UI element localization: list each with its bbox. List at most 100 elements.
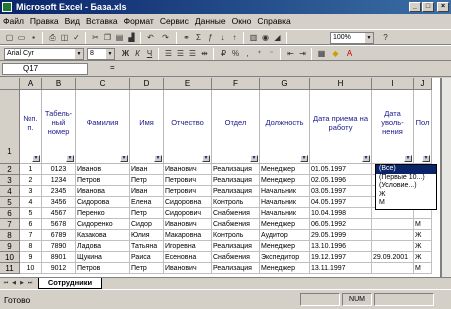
- table-cell[interactable]: Сидор: [130, 219, 164, 230]
- table-cell[interactable]: 10: [20, 263, 42, 274]
- column-header-E[interactable]: E: [164, 78, 212, 90]
- comma-style-icon[interactable]: ,: [242, 48, 253, 59]
- vertical-scrollbar[interactable]: [441, 78, 451, 277]
- table-cell[interactable]: Петр: [130, 263, 164, 274]
- percent-icon[interactable]: %: [230, 48, 241, 59]
- print-icon[interactable]: ⎙: [47, 32, 58, 43]
- table-cell[interactable]: Татьяна: [130, 241, 164, 252]
- row-header-3[interactable]: 3: [0, 175, 20, 186]
- zoom-combo[interactable]: 100% ▼: [330, 32, 374, 44]
- table-cell[interactable]: 02.05.1996: [310, 175, 372, 186]
- row-header-5[interactable]: 5: [0, 197, 20, 208]
- table-cell[interactable]: 3: [20, 186, 42, 197]
- table-cell[interactable]: Ж: [414, 252, 432, 263]
- table-cell[interactable]: Менеджер: [260, 263, 310, 274]
- table-cell[interactable]: Игоревна: [164, 241, 212, 252]
- minimize-button[interactable]: _: [409, 2, 421, 12]
- column-header-A[interactable]: A: [20, 78, 42, 90]
- preview-icon[interactable]: ◫: [59, 32, 70, 43]
- hyperlink-icon[interactable]: ⚭: [181, 32, 192, 43]
- menu-item-4[interactable]: Вставка: [83, 14, 121, 29]
- row-header-4[interactable]: 4: [0, 186, 20, 197]
- table-cell[interactable]: Ж: [414, 230, 432, 241]
- font-size-combo[interactable]: 8 ▼: [87, 48, 115, 60]
- table-cell[interactable]: Реализация: [212, 186, 260, 197]
- row-header-2[interactable]: 2: [0, 164, 20, 175]
- filter-option[interactable]: М: [376, 199, 436, 208]
- table-cell[interactable]: 2: [20, 175, 42, 186]
- table-cell[interactable]: 7: [20, 230, 42, 241]
- maximize-button[interactable]: □: [422, 2, 434, 12]
- table-cell[interactable]: 29.09.2001: [372, 252, 414, 263]
- column-header-D[interactable]: D: [130, 78, 164, 90]
- column-header-F[interactable]: F: [212, 78, 260, 90]
- table-cell[interactable]: Сидорович: [164, 208, 212, 219]
- sort-asc-icon[interactable]: ↓: [217, 32, 228, 43]
- table-cell[interactable]: 0123: [42, 164, 76, 175]
- table-cell[interactable]: Реализация: [212, 263, 260, 274]
- menu-item-8[interactable]: Окно: [229, 14, 255, 29]
- table-cell[interactable]: 29.05.1999: [310, 230, 372, 241]
- table-cell[interactable]: Иванова: [76, 186, 130, 197]
- merge-center-icon[interactable]: ⇹: [199, 48, 210, 59]
- align-right-icon[interactable]: ☰: [187, 48, 198, 59]
- table-cell[interactable]: Менеджер: [260, 219, 310, 230]
- formula-equals[interactable]: =: [110, 63, 115, 72]
- table-cell[interactable]: Петров: [76, 263, 130, 274]
- table-cell[interactable]: Контроль: [212, 230, 260, 241]
- table-cell[interactable]: Менеджер: [260, 175, 310, 186]
- table-cell[interactable]: Начальник: [260, 197, 310, 208]
- sheet-tab-employees[interactable]: Сотрудники: [38, 278, 102, 289]
- autosum-icon[interactable]: Σ: [193, 32, 204, 43]
- increase-decimal-icon[interactable]: ⁺: [254, 48, 265, 59]
- table-cell[interactable]: 1: [20, 164, 42, 175]
- table-cell[interactable]: [372, 230, 414, 241]
- undo-icon[interactable]: ↶: [145, 32, 156, 43]
- table-cell[interactable]: [372, 241, 414, 252]
- table-cell[interactable]: Иванов: [76, 164, 130, 175]
- table-cell[interactable]: [372, 263, 414, 274]
- table-cell[interactable]: 7890: [42, 241, 76, 252]
- autofilter-arrow-icon[interactable]: ▼: [32, 155, 40, 162]
- table-cell[interactable]: 8901: [42, 252, 76, 263]
- table-cell[interactable]: [372, 219, 414, 230]
- table-cell[interactable]: 01.05.1997: [310, 164, 372, 175]
- open-icon[interactable]: ▭: [16, 32, 27, 43]
- column-header-I[interactable]: I: [372, 78, 414, 90]
- table-cell[interactable]: М: [414, 219, 432, 230]
- table-cell[interactable]: 9012: [42, 263, 76, 274]
- drawing-icon[interactable]: ◢: [272, 32, 283, 43]
- row-header-8[interactable]: 8: [0, 230, 20, 241]
- next-sheet-icon[interactable]: ▶: [18, 279, 26, 288]
- table-cell[interactable]: 1234: [42, 175, 76, 186]
- table-cell[interactable]: 8: [20, 241, 42, 252]
- row-header-9[interactable]: 9: [0, 241, 20, 252]
- table-cell[interactable]: Ж: [414, 241, 432, 252]
- italic-icon[interactable]: К: [132, 48, 143, 59]
- format-painter-icon[interactable]: ▟: [126, 32, 137, 43]
- paste-icon[interactable]: ▤: [114, 32, 125, 43]
- table-cell[interactable]: Менеджер: [260, 164, 310, 175]
- table-cell[interactable]: Снабжения: [212, 219, 260, 230]
- menu-item-7[interactable]: Данные: [192, 14, 229, 29]
- table-cell[interactable]: Есеновна: [164, 252, 212, 263]
- table-cell[interactable]: Елена: [130, 197, 164, 208]
- underline-icon[interactable]: Ч: [144, 48, 155, 59]
- help-icon[interactable]: ?: [380, 32, 391, 43]
- decrease-decimal-icon[interactable]: ⁻: [266, 48, 277, 59]
- table-cell[interactable]: Раиса: [130, 252, 164, 263]
- table-cell[interactable]: Сидоровна: [164, 197, 212, 208]
- align-center-icon[interactable]: ☰: [175, 48, 186, 59]
- autofilter-arrow-icon[interactable]: ▼: [120, 155, 128, 162]
- table-cell[interactable]: Петр: [130, 175, 164, 186]
- align-left-icon[interactable]: ☰: [163, 48, 174, 59]
- autofilter-arrow-icon[interactable]: ▼: [66, 155, 74, 162]
- menu-item-3[interactable]: Вид: [62, 14, 83, 29]
- table-cell[interactable]: Реализация: [212, 241, 260, 252]
- column-header-B[interactable]: B: [42, 78, 76, 90]
- autofilter-arrow-icon[interactable]: ▼: [300, 155, 308, 162]
- font-combo[interactable]: Arial Cyr ▼: [4, 48, 84, 60]
- sort-desc-icon[interactable]: ↑: [229, 32, 240, 43]
- table-cell[interactable]: 6: [20, 219, 42, 230]
- table-cell[interactable]: Реализация: [212, 175, 260, 186]
